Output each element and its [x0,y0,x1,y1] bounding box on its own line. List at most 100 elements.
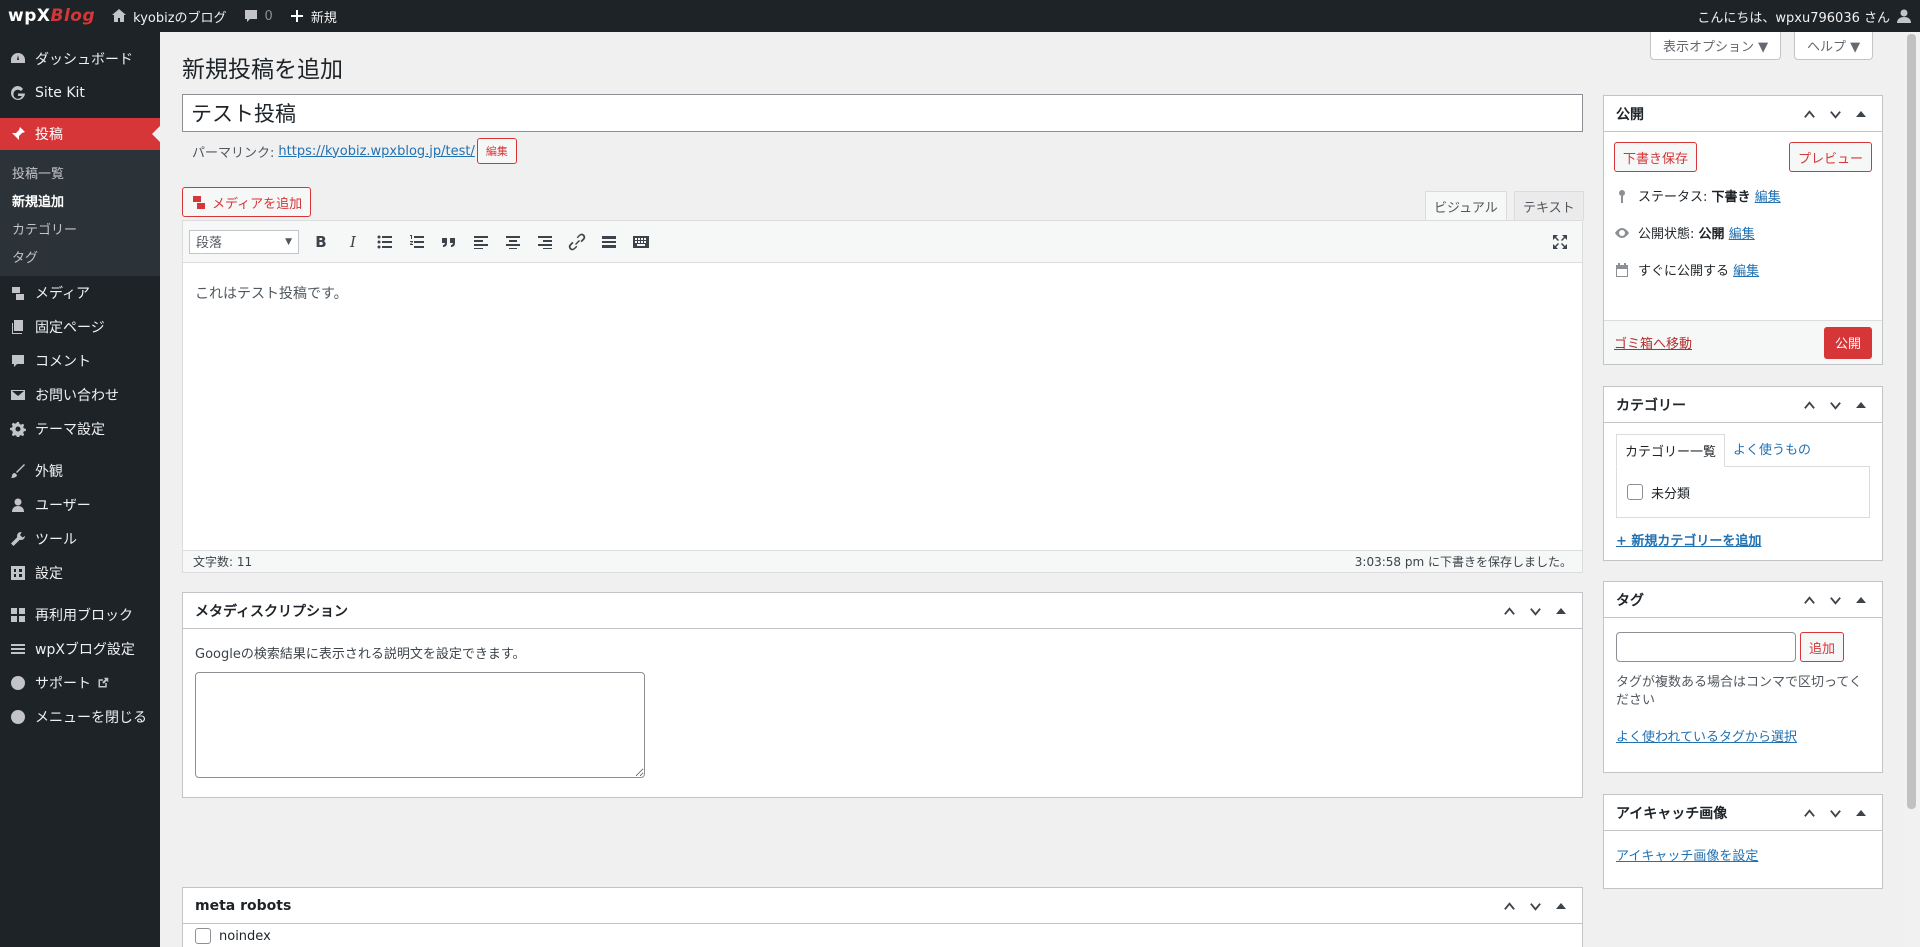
read-more-button[interactable] [593,227,625,257]
new-content-link[interactable]: 新規 [281,0,345,32]
tab-text[interactable]: テキスト [1514,191,1584,220]
move-down-button[interactable] [1822,101,1848,127]
move-up-button[interactable] [1496,598,1522,624]
tab-most-used[interactable]: よく使うもの [1725,433,1819,466]
toggle-panel-button[interactable] [1848,587,1874,613]
wpx-blog-logo[interactable]: wpX Blog [0,0,103,32]
category-checkbox[interactable] [1627,484,1643,500]
sidebar-item-theme-settings[interactable]: テーマ設定 [0,412,160,446]
post-title-input[interactable] [182,94,1583,132]
move-down-button[interactable] [1822,800,1848,826]
status-label: ステータス: [1638,190,1708,205]
meta-robots-box: meta robots noindex [182,887,1583,947]
help-button[interactable]: ヘルプ ▼ [1794,32,1874,60]
sidebar-item-comments[interactable]: コメント [0,344,160,378]
noindex-checkbox[interactable] [195,928,211,944]
choose-popular-tags-link[interactable]: よく使われているタグから選択 [1616,730,1797,745]
move-down-button[interactable] [1522,893,1548,919]
bullet-list-button[interactable] [369,227,401,257]
publish-button[interactable]: 公開 [1823,326,1872,359]
word-count: 文字数: 11 [193,555,253,569]
schedule-edit-link[interactable]: 編集 [1733,260,1759,279]
move-up-button[interactable] [1796,392,1822,418]
move-down-button[interactable] [1822,392,1848,418]
sidebar-collapse-button[interactable]: メニューを閉じる [0,700,160,734]
numbered-list-button[interactable] [401,227,433,257]
sidebar-item-sitekit[interactable]: Site Kit [0,76,160,110]
move-to-trash-link[interactable]: ゴミ箱へ移動 [1614,333,1692,352]
sidebar-item-settings[interactable]: 設定 [0,556,160,590]
blockquote-button[interactable] [433,227,465,257]
move-down-button[interactable] [1522,598,1548,624]
move-up-button[interactable] [1496,893,1522,919]
sidebar-item-support[interactable]: サポート [0,666,160,700]
submenu-add-new[interactable]: 新規追加 [0,186,160,214]
permalink-url[interactable]: https://kyobiz.wpxblog.jp/test/ [278,144,475,159]
sidebar-item-users[interactable]: ユーザー [0,488,160,522]
status-edit-link[interactable]: 編集 [1755,186,1781,205]
add-tag-button[interactable]: 追加 [1800,632,1845,662]
align-right-button[interactable] [529,227,561,257]
move-up-button[interactable] [1796,800,1822,826]
sidebar-item-pages[interactable]: 固定ページ [0,310,160,344]
toggle-panel-button[interactable] [1548,598,1574,624]
set-featured-image-link[interactable]: アイキャッチ画像を設定 [1616,849,1758,864]
editor-content[interactable]: これはテスト投稿です。 [183,263,1582,553]
tab-visual[interactable]: ビジュアル [1425,191,1507,220]
move-up-button[interactable] [1796,101,1822,127]
preview-button[interactable]: プレビュー [1788,142,1872,172]
chevron-up-icon [1803,808,1815,817]
page-icon [8,317,28,337]
add-media-button[interactable]: メディアを追加 [182,187,312,217]
my-account[interactable]: こんにちは、wpxu796036 さん [1689,0,1920,32]
site-name-link[interactable]: kyobizのブログ [103,0,234,32]
meta-description-textarea[interactable] [195,672,645,778]
triangle-up-icon [1856,597,1866,603]
page-scrollbar[interactable] [1903,32,1920,947]
sidebar-item-label: ダッシュボード [35,52,133,68]
sidebar-item-media[interactable]: メディア [0,276,160,310]
external-link-icon [98,677,109,688]
sidebar-item-dashboard[interactable]: ダッシュボード [0,42,160,76]
schedule-row: すぐに公開する 編集 [1614,260,1872,279]
fullscreen-button[interactable] [1544,227,1576,257]
permalink-edit-button[interactable]: 編集 [476,138,517,164]
format-select[interactable]: 段落 ▼ [189,229,299,254]
align-left-button[interactable] [465,227,497,257]
site-name-label: kyobizのブログ [133,10,227,26]
insert-link-button[interactable] [561,227,593,257]
sidebar-item-reusable-blocks[interactable]: 再利用ブロック [0,598,160,632]
eye-icon [1615,227,1629,238]
sidebar-item-appearance[interactable]: 外観 [0,454,160,488]
bold-button[interactable]: B [305,227,337,257]
plus-icon [290,10,303,22]
toggle-panel-button[interactable] [1848,800,1874,826]
postbox-header: メタディスクリプション [183,593,1582,629]
toggle-panel-button[interactable] [1548,893,1574,919]
scrollbar-thumb[interactable] [1907,34,1916,809]
screen-options-button[interactable]: 表示オプション ▼ [1650,32,1782,60]
chevron-down-icon [1829,596,1841,605]
tab-all-categories[interactable]: カテゴリー一覧 [1616,434,1726,467]
move-down-button[interactable] [1822,587,1848,613]
sidebar-item-posts[interactable]: 投稿 [0,118,160,150]
sidebar-item-contact[interactable]: お問い合わせ [0,378,160,412]
save-draft-button[interactable]: 下書き保存 [1614,142,1698,172]
sidebar-item-tools[interactable]: ツール [0,522,160,556]
meta-description-help: Googleの検索結果に表示される説明文を設定できます。 [195,647,526,662]
submenu-all-posts[interactable]: 投稿一覧 [0,158,160,186]
tag-input[interactable] [1616,632,1796,662]
submenu-tags[interactable]: タグ [0,242,160,270]
toolbar-toggle-button[interactable] [625,227,657,257]
move-up-button[interactable] [1796,587,1822,613]
visibility-edit-link[interactable]: 編集 [1729,223,1755,242]
sidebar-item-wpx-settings[interactable]: wpXブログ設定 [0,632,160,666]
add-new-category-link[interactable]: + 新規カテゴリーを追加 [1616,534,1761,549]
comments-link[interactable]: 0 [235,0,281,32]
align-center-button[interactable] [497,227,529,257]
submenu-categories[interactable]: カテゴリー [0,214,160,242]
autosave-notice: 3:03:58 pm に下書きを保存しました。 [1354,555,1572,569]
italic-button[interactable]: I [337,227,369,257]
toggle-panel-button[interactable] [1848,392,1874,418]
toggle-panel-button[interactable] [1848,101,1874,127]
